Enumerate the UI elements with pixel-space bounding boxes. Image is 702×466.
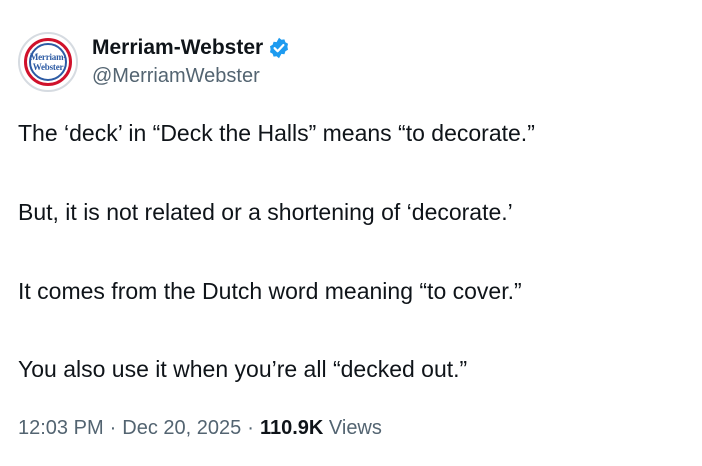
views-label: Views bbox=[328, 417, 382, 439]
tweet-date[interactable]: Dec 20, 2025 bbox=[122, 417, 241, 439]
verified-badge-icon[interactable] bbox=[268, 37, 290, 59]
tweet-paragraph-3: It comes from the Dutch word meaning “to… bbox=[18, 278, 522, 304]
meta-separator-2: · bbox=[247, 417, 254, 439]
tweet-time[interactable]: 12:03 PM bbox=[18, 417, 104, 439]
tweet-paragraph-4: You also use it when you’re all “decked … bbox=[18, 356, 468, 382]
logo-text-line2: Webster bbox=[32, 62, 64, 72]
merriam-webster-logo: Merriam- Webster bbox=[29, 43, 67, 81]
tweet-paragraph-1: The ‘deck’ in “Deck the Halls” means “to… bbox=[18, 120, 535, 146]
tweet-paragraph-2: But, it is not related or a shortening o… bbox=[18, 199, 513, 225]
views-count[interactable]: 110.9K bbox=[260, 417, 323, 439]
tweet: Merriam- Webster Merriam-Webster @Merria… bbox=[0, 0, 702, 466]
display-name[interactable]: Merriam-Webster bbox=[92, 35, 263, 61]
logo-text-line1: Merriam- bbox=[29, 52, 67, 62]
tweet-meta: 12:03 PM · Dec 20, 2025 · 110.9K Views bbox=[18, 414, 382, 442]
verified-badge-svg bbox=[270, 37, 289, 59]
author-handle[interactable]: @MerriamWebster bbox=[92, 63, 290, 89]
avatar[interactable]: Merriam- Webster bbox=[18, 32, 78, 92]
author-names: Merriam-Webster @MerriamWebster bbox=[92, 35, 290, 89]
meta-separator-1: · bbox=[109, 417, 117, 439]
tweet-header: Merriam- Webster Merriam-Webster @Merria… bbox=[18, 32, 290, 92]
name-row: Merriam-Webster bbox=[92, 35, 290, 61]
